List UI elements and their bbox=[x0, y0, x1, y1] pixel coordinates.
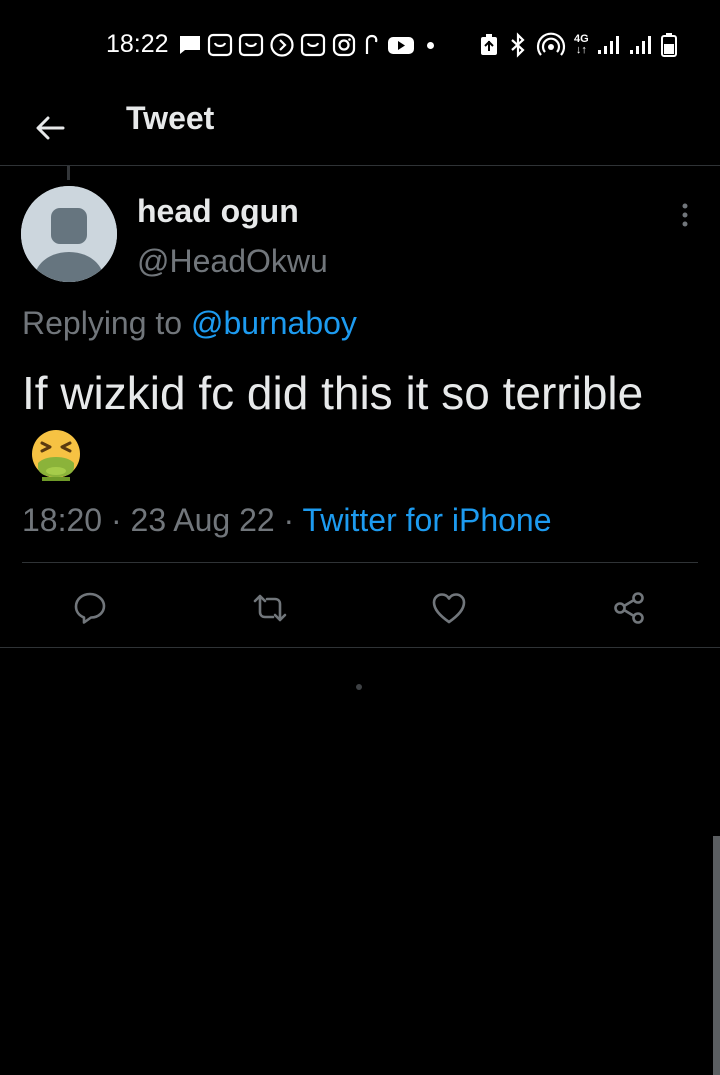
scrollbar[interactable] bbox=[713, 836, 720, 1075]
system-icons: 4G ↓↑ bbox=[478, 30, 677, 60]
replying-to: Replying to @burnaboy bbox=[22, 303, 357, 343]
reply-button[interactable] bbox=[66, 584, 114, 632]
dot-icon bbox=[420, 32, 440, 58]
page-title: Tweet bbox=[126, 100, 215, 136]
share-button[interactable] bbox=[605, 584, 653, 632]
replying-to-label: Replying to bbox=[22, 305, 191, 341]
action-bar bbox=[0, 580, 720, 636]
app-icon bbox=[238, 32, 264, 58]
network-4g-icon: 4G ↓↑ bbox=[574, 33, 589, 56]
hotspot-icon bbox=[536, 32, 566, 58]
battery-saver-icon bbox=[478, 32, 500, 58]
loading-indicator bbox=[356, 684, 362, 690]
p-icon bbox=[362, 32, 382, 58]
tweet-date: 23 Aug 22 bbox=[130, 502, 275, 538]
tweet-time: 18:20 bbox=[22, 502, 103, 538]
reply-icon bbox=[74, 592, 106, 624]
thread-connector-line bbox=[67, 166, 70, 180]
more-vertical-icon bbox=[682, 203, 688, 227]
divider bbox=[0, 647, 720, 648]
status-time: 18:22 bbox=[106, 30, 169, 58]
avatar[interactable] bbox=[21, 186, 117, 282]
divider bbox=[22, 562, 698, 563]
arrow-left-icon bbox=[36, 116, 65, 140]
battery-icon bbox=[660, 32, 677, 58]
app-icon bbox=[207, 32, 233, 58]
meta-separator: · bbox=[102, 502, 131, 538]
play-circle-icon bbox=[269, 32, 295, 58]
more-options-button[interactable] bbox=[668, 198, 702, 232]
bluetooth-icon bbox=[508, 32, 528, 58]
tweet-meta: 18:20 · 23 Aug 22 · Twitter for iPhone bbox=[22, 500, 552, 540]
default-profile-icon bbox=[21, 186, 117, 282]
data-arrows-icon: ↓↑ bbox=[575, 44, 587, 56]
replying-to-mention[interactable]: @burnaboy bbox=[191, 305, 357, 341]
author-handle[interactable]: @HeadOkwu bbox=[137, 242, 328, 280]
signal-icon bbox=[597, 32, 621, 58]
notification-icons bbox=[178, 30, 440, 60]
heart-icon bbox=[432, 593, 466, 624]
author-display-name[interactable]: head ogun bbox=[137, 192, 299, 230]
tweet-text: If wizkid fc did this it so terrible bbox=[22, 360, 692, 500]
retweet-icon bbox=[253, 594, 287, 622]
back-button[interactable] bbox=[22, 100, 78, 156]
meta-separator: · bbox=[274, 502, 303, 538]
tweet-body: If wizkid fc did this it so terrible bbox=[22, 367, 644, 419]
tweet-source-link[interactable]: Twitter for iPhone bbox=[303, 502, 552, 538]
vomiting-face-emoji-icon bbox=[28, 427, 84, 500]
top-bar: Tweet bbox=[0, 90, 720, 166]
message-icon bbox=[178, 32, 202, 58]
like-button[interactable] bbox=[425, 584, 473, 632]
app-icon bbox=[300, 32, 326, 58]
instagram-icon bbox=[331, 32, 357, 58]
signal-icon bbox=[629, 32, 653, 58]
youtube-icon bbox=[387, 32, 415, 58]
share-icon bbox=[614, 592, 644, 624]
retweet-button[interactable] bbox=[246, 584, 294, 632]
status-bar: 18:22 4G ↓↑ bbox=[0, 0, 720, 90]
